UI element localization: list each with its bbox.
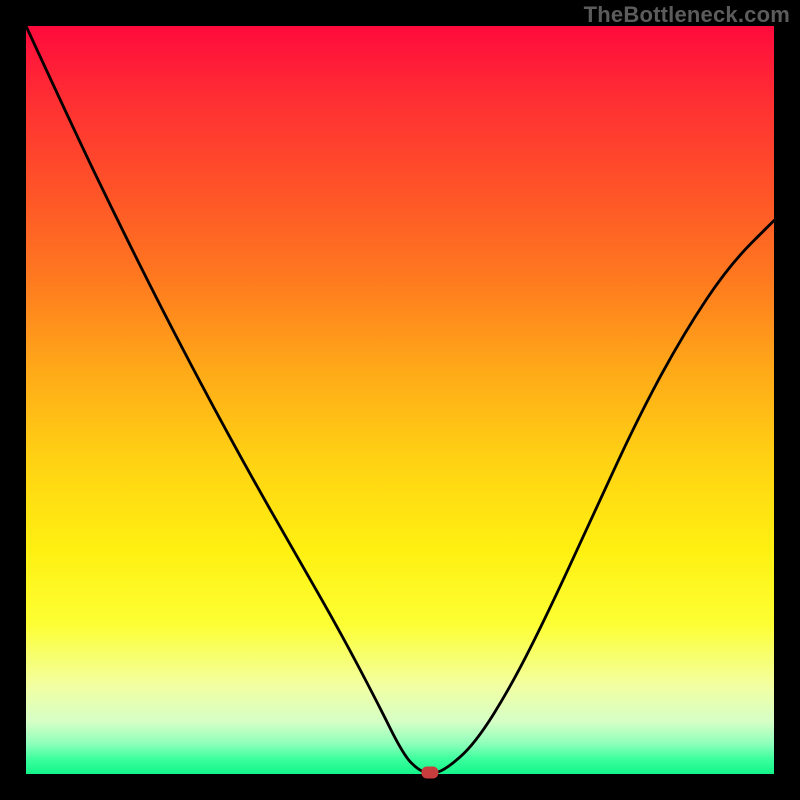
plot-area bbox=[26, 26, 774, 774]
bottleneck-curve-path bbox=[26, 26, 774, 773]
curve-svg bbox=[26, 26, 774, 774]
minimum-marker bbox=[422, 767, 438, 778]
watermark-text: TheBottleneck.com bbox=[584, 2, 790, 28]
chart-frame: TheBottleneck.com bbox=[0, 0, 800, 800]
